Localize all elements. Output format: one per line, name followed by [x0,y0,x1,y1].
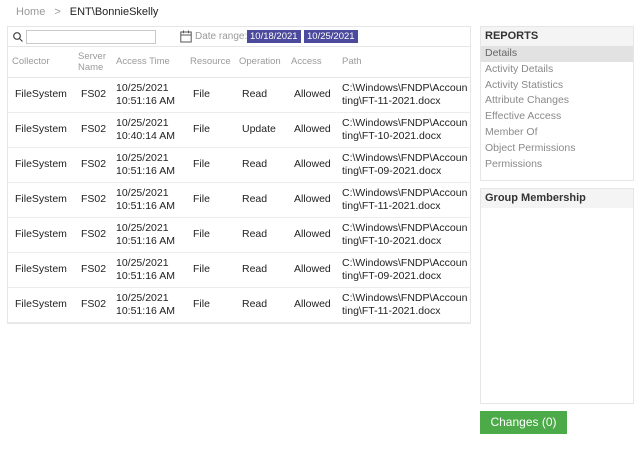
cell-resource: File [186,182,235,218]
cell-resource: File [186,252,235,288]
cell-server-name: FS02 [74,252,112,288]
table-row[interactable]: FileSystem FS02 10/25/2021 10:40:14 AM F… [8,112,470,148]
table-row[interactable]: FileSystem FS02 10/25/2021 10:51:16 AM F… [8,217,470,253]
report-item-member-of[interactable]: Member Of [481,125,633,141]
report-item-attribute-changes[interactable]: Attribute Changes [481,93,633,109]
report-item-object-permissions[interactable]: Object Permissions [481,141,633,157]
reports-title: REPORTS [481,27,633,46]
column-header-access[interactable]: Access [287,47,338,78]
reports-panel: REPORTS Details Activity Details Activit… [480,26,634,181]
cell-resource: File [186,217,235,253]
calendar-icon[interactable] [180,30,192,43]
cell-server-name: FS02 [74,182,112,218]
breadcrumb: Home > ENT\BonnieSkelly [16,5,158,19]
cell-operation: Read [235,77,287,113]
date-range-start[interactable]: 10/18/2021 [247,30,301,43]
cell-collector: FileSystem [8,182,74,218]
cell-collector: FileSystem [8,217,74,253]
cell-access: Allowed [287,182,338,218]
cell-collector: FileSystem [8,147,74,183]
cell-access: Allowed [287,217,338,253]
report-item-details[interactable]: Details [481,46,633,62]
cell-operation: Read [235,252,287,288]
cell-operation: Read [235,182,287,218]
cell-access-time: 10/25/2021 10:51:16 AM [112,252,186,288]
cell-access: Allowed [287,287,338,323]
cell-access-time: 10/25/2021 10:51:16 AM [112,77,186,113]
cell-path: C:\Windows\FNDP\Accounting\FT-09-2021.do… [338,147,470,183]
cell-access: Allowed [287,77,338,113]
cell-server-name: FS02 [74,112,112,148]
cell-access: Allowed [287,252,338,288]
cell-resource: File [186,77,235,113]
cell-resource: File [186,287,235,323]
table-header-row: Collector Server Name Access Time Resour… [8,47,470,78]
column-header-path[interactable]: Path [338,47,470,78]
cell-access: Allowed [287,112,338,148]
table-row[interactable]: FileSystem FS02 10/25/2021 10:51:16 AM F… [8,287,470,323]
search-input[interactable] [26,30,156,44]
column-header-server-name[interactable]: Server Name [74,47,112,78]
cell-collector: FileSystem [8,252,74,288]
cell-access: Allowed [287,147,338,183]
table-row[interactable]: FileSystem FS02 10/25/2021 10:51:16 AM F… [8,252,470,288]
group-membership-panel: Group Membership [480,188,634,404]
group-membership-title: Group Membership [481,189,633,208]
cell-server-name: FS02 [74,287,112,323]
cell-access-time: 10/25/2021 10:51:16 AM [112,147,186,183]
cell-operation: Read [235,287,287,323]
report-item-permissions[interactable]: Permissions [481,157,633,173]
cell-path: C:\Windows\FNDP\Accounting\FT-11-2021.do… [338,287,470,323]
cell-access-time: 10/25/2021 10:51:16 AM [112,287,186,323]
search-icon[interactable] [12,31,24,43]
table-row[interactable]: FileSystem FS02 10/25/2021 10:51:16 AM F… [8,77,470,113]
cell-resource: File [186,147,235,183]
cell-server-name: FS02 [74,77,112,113]
table-row[interactable]: FileSystem FS02 10/25/2021 10:51:16 AM F… [8,147,470,183]
report-item-activity-statistics[interactable]: Activity Statistics [481,78,633,94]
cell-path: C:\Windows\FNDP\Accounting\FT-11-2021.do… [338,77,470,113]
breadcrumb-current: ENT\BonnieSkelly [69,6,159,18]
table-row[interactable]: FileSystem FS02 10/25/2021 10:51:16 AM F… [8,182,470,218]
cell-resource: File [186,112,235,148]
filter-toolbar: Date range: 10/18/2021 10/25/2021 [8,27,470,47]
date-range-label: Date range: [195,31,248,42]
cell-server-name: FS02 [74,147,112,183]
cell-server-name: FS02 [74,217,112,253]
column-header-operation[interactable]: Operation [235,47,287,78]
breadcrumb-separator: > [54,6,61,18]
activity-panel: Date range: 10/18/2021 10/25/2021 Collec… [7,26,471,324]
cell-operation: Read [235,147,287,183]
report-item-effective-access[interactable]: Effective Access [481,109,633,125]
cell-path: C:\Windows\FNDP\Accounting\FT-09-2021.do… [338,252,470,288]
column-header-access-time[interactable]: Access Time [112,47,186,78]
breadcrumb-home-link[interactable]: Home [16,6,45,18]
date-range-end[interactable]: 10/25/2021 [304,30,358,43]
cell-access-time: 10/25/2021 10:40:14 AM [112,112,186,148]
cell-path: C:\Windows\FNDP\Accounting\FT-11-2021.do… [338,182,470,218]
cell-operation: Read [235,217,287,253]
activity-table: Collector Server Name Access Time Resour… [8,47,470,323]
cell-access-time: 10/25/2021 10:51:16 AM [112,217,186,253]
column-header-collector[interactable]: Collector [8,47,74,78]
report-item-activity-details[interactable]: Activity Details [481,62,633,78]
cell-path: C:\Windows\FNDP\Accounting\FT-10-2021.do… [338,112,470,148]
cell-collector: FileSystem [8,77,74,113]
cell-collector: FileSystem [8,287,74,323]
cell-operation: Update [235,112,287,148]
cell-collector: FileSystem [8,112,74,148]
changes-button[interactable]: Changes (0) [480,411,567,434]
column-header-resource[interactable]: Resource [186,47,235,78]
cell-access-time: 10/25/2021 10:51:16 AM [112,182,186,218]
cell-path: C:\Windows\FNDP\Accounting\FT-10-2021.do… [338,217,470,253]
